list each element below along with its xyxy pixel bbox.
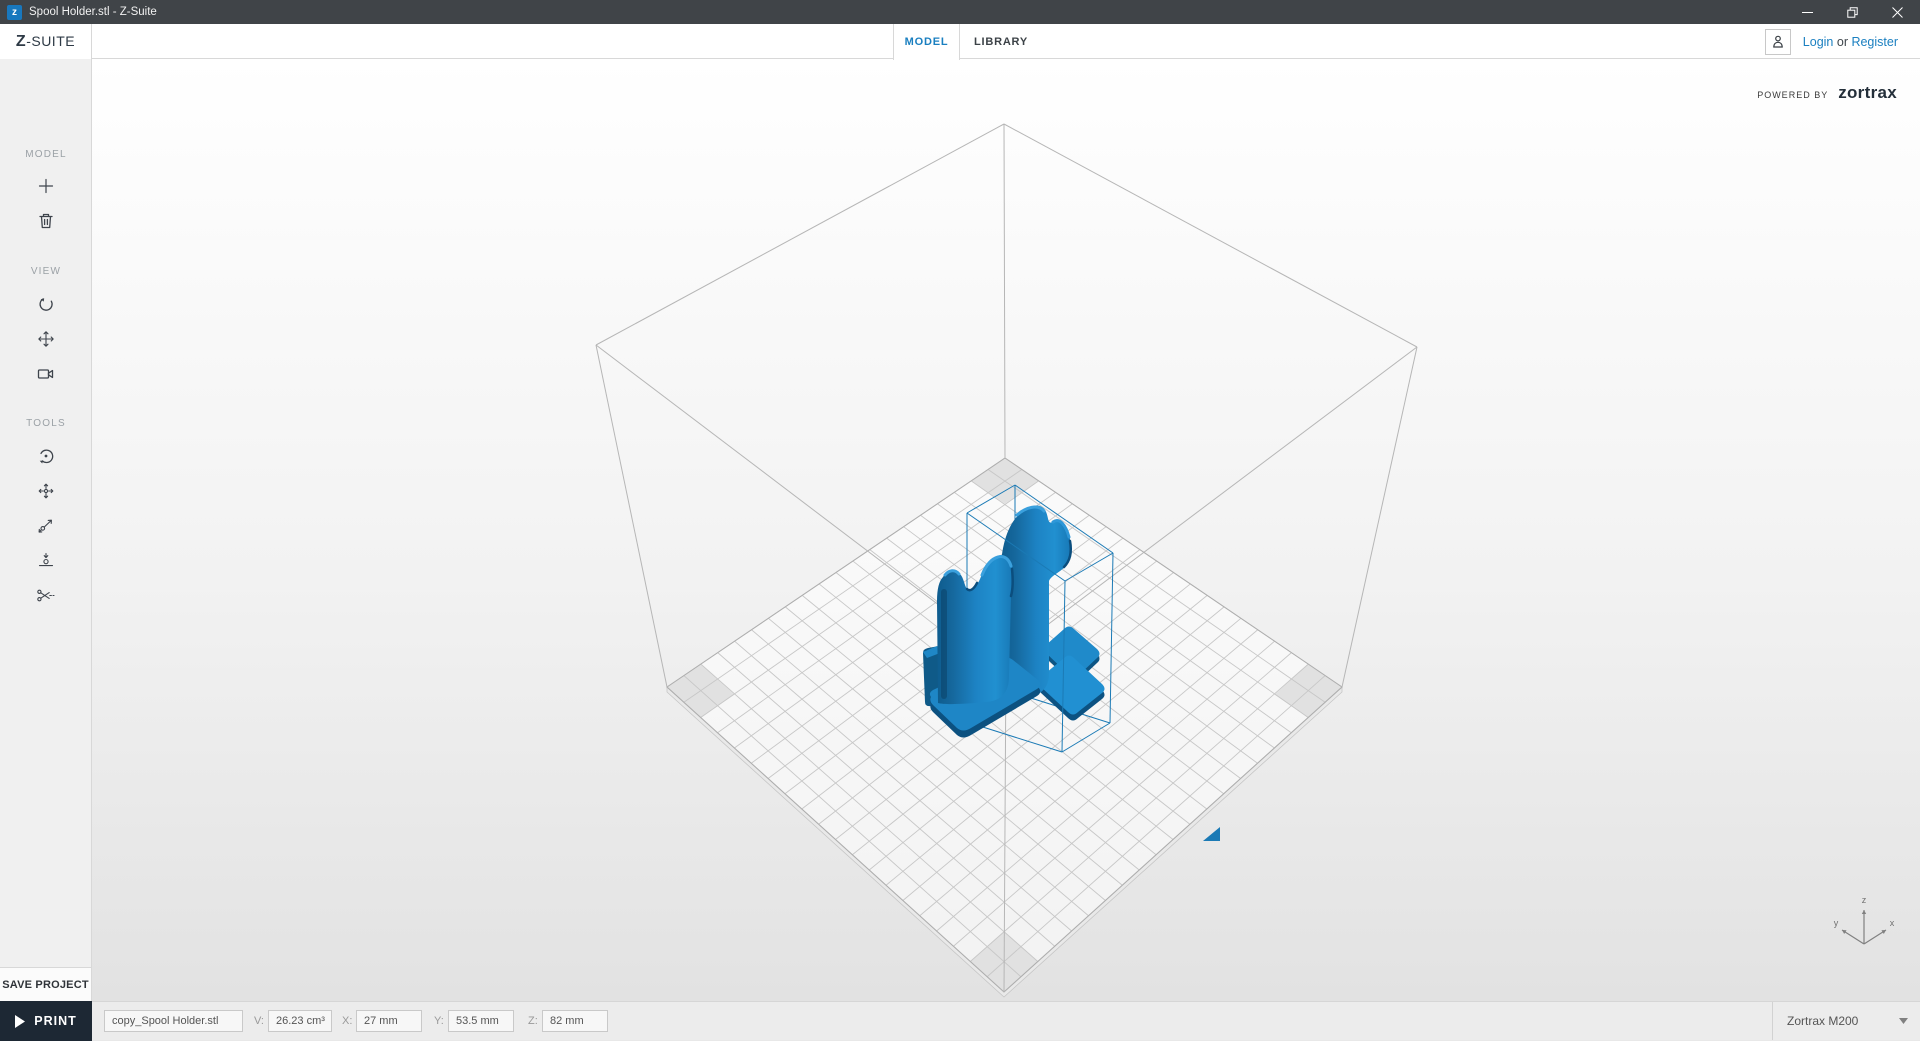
plus-icon bbox=[38, 178, 54, 194]
nav-bar: Z-SUITE MODEL LIBRARY Login or Register bbox=[0, 24, 1920, 60]
volume-label: V: bbox=[254, 1015, 264, 1027]
print-label: PRINT bbox=[34, 1014, 77, 1028]
build-plate-scene[interactable]: y x z bbox=[92, 59, 1920, 1001]
rotate-view-icon bbox=[39, 298, 53, 311]
camera-icon bbox=[37, 369, 54, 379]
zortrax-brand-logo: zortrax bbox=[1838, 83, 1897, 102]
status-bar: PRINT V: X: Y: Z: Zortrax M200 bbox=[0, 1001, 1920, 1041]
move-tool-icon bbox=[38, 483, 54, 499]
login-link[interactable]: Login bbox=[1803, 35, 1834, 49]
auth-or: or bbox=[1833, 34, 1852, 49]
restore-button[interactable] bbox=[1830, 0, 1875, 24]
tab-model[interactable]: MODEL bbox=[893, 24, 960, 60]
rotate-tool-icon bbox=[39, 449, 54, 464]
powered-by-label: POWERED BY bbox=[1757, 90, 1829, 100]
pan-icon bbox=[38, 331, 54, 347]
x-dim-label: X: bbox=[342, 1015, 353, 1027]
powered-by: POWERED BY zortrax bbox=[1757, 83, 1897, 103]
svg-text:y: y bbox=[1834, 918, 1839, 928]
zsuite-logo: Z-SUITE bbox=[0, 24, 92, 59]
trash-icon bbox=[39, 213, 53, 229]
place-tool-icon bbox=[38, 552, 54, 567]
camera-view-button[interactable] bbox=[26, 361, 66, 387]
chevron-down-icon bbox=[1899, 1018, 1908, 1024]
viewport-3d[interactable]: POWERED BY zortrax y x z bbox=[92, 59, 1920, 1001]
title-bar: z Spool Holder.stl - Z-Suite bbox=[0, 0, 1920, 24]
sidebar: MODEL VIEW TOOLS bbox=[0, 59, 92, 967]
logo-z: Z bbox=[15, 32, 27, 50]
z-dim-field[interactable] bbox=[542, 1010, 608, 1032]
logo-suite: -SUITE bbox=[26, 32, 76, 49]
section-label-view: VIEW bbox=[30, 266, 62, 277]
play-icon bbox=[15, 1014, 26, 1028]
tab-library[interactable]: LIBRARY bbox=[960, 24, 1042, 59]
svg-text:z: z bbox=[1862, 895, 1867, 905]
y-dim-field[interactable] bbox=[448, 1010, 514, 1032]
printer-name: Zortrax M200 bbox=[1787, 1014, 1859, 1028]
move-tool-button[interactable] bbox=[26, 478, 66, 504]
auth-links: Login or Register bbox=[1803, 35, 1898, 49]
zsuite-logo-text: Z-SUITE bbox=[16, 33, 75, 51]
person-icon bbox=[1772, 35, 1783, 48]
user-account-button[interactable] bbox=[1764, 28, 1791, 55]
minimize-icon bbox=[1802, 11, 1813, 13]
printer-select[interactable]: Zortrax M200 bbox=[1772, 1002, 1920, 1040]
scale-tool-button[interactable] bbox=[26, 513, 66, 539]
auth-area: Login or Register bbox=[1764, 24, 1898, 59]
split-tool-button[interactable] bbox=[26, 583, 66, 609]
rotate-tool-button[interactable] bbox=[26, 443, 66, 469]
print-button[interactable]: PRINT bbox=[0, 1001, 92, 1041]
scale-tool-icon bbox=[38, 519, 52, 533]
place-on-platform-tool-button[interactable] bbox=[26, 548, 66, 574]
filename-field[interactable] bbox=[104, 1010, 243, 1032]
close-icon bbox=[1892, 6, 1903, 18]
register-link[interactable]: Register bbox=[1851, 35, 1898, 49]
svg-text:x: x bbox=[1890, 918, 1895, 928]
window-title: Spool Holder.stl - Z-Suite bbox=[29, 6, 157, 18]
minimize-button[interactable] bbox=[1785, 0, 1830, 24]
x-dim-field[interactable] bbox=[356, 1010, 422, 1032]
y-dim-label: Y: bbox=[434, 1015, 444, 1027]
section-label-model: MODEL bbox=[25, 149, 67, 160]
restore-icon bbox=[1847, 6, 1858, 18]
z-dim-label: Z: bbox=[528, 1015, 538, 1027]
split-tool-icon bbox=[37, 589, 55, 602]
pan-view-button[interactable] bbox=[26, 326, 66, 352]
add-model-button[interactable] bbox=[26, 173, 66, 199]
volume-field[interactable] bbox=[268, 1010, 332, 1032]
rotate-view-button[interactable] bbox=[26, 291, 66, 317]
section-label-tools: TOOLS bbox=[26, 418, 66, 429]
app-icon: z bbox=[7, 4, 22, 20]
delete-model-button[interactable] bbox=[26, 208, 66, 234]
close-button[interactable] bbox=[1875, 0, 1920, 24]
save-project-button[interactable]: SAVE PROJECT bbox=[0, 967, 92, 1001]
